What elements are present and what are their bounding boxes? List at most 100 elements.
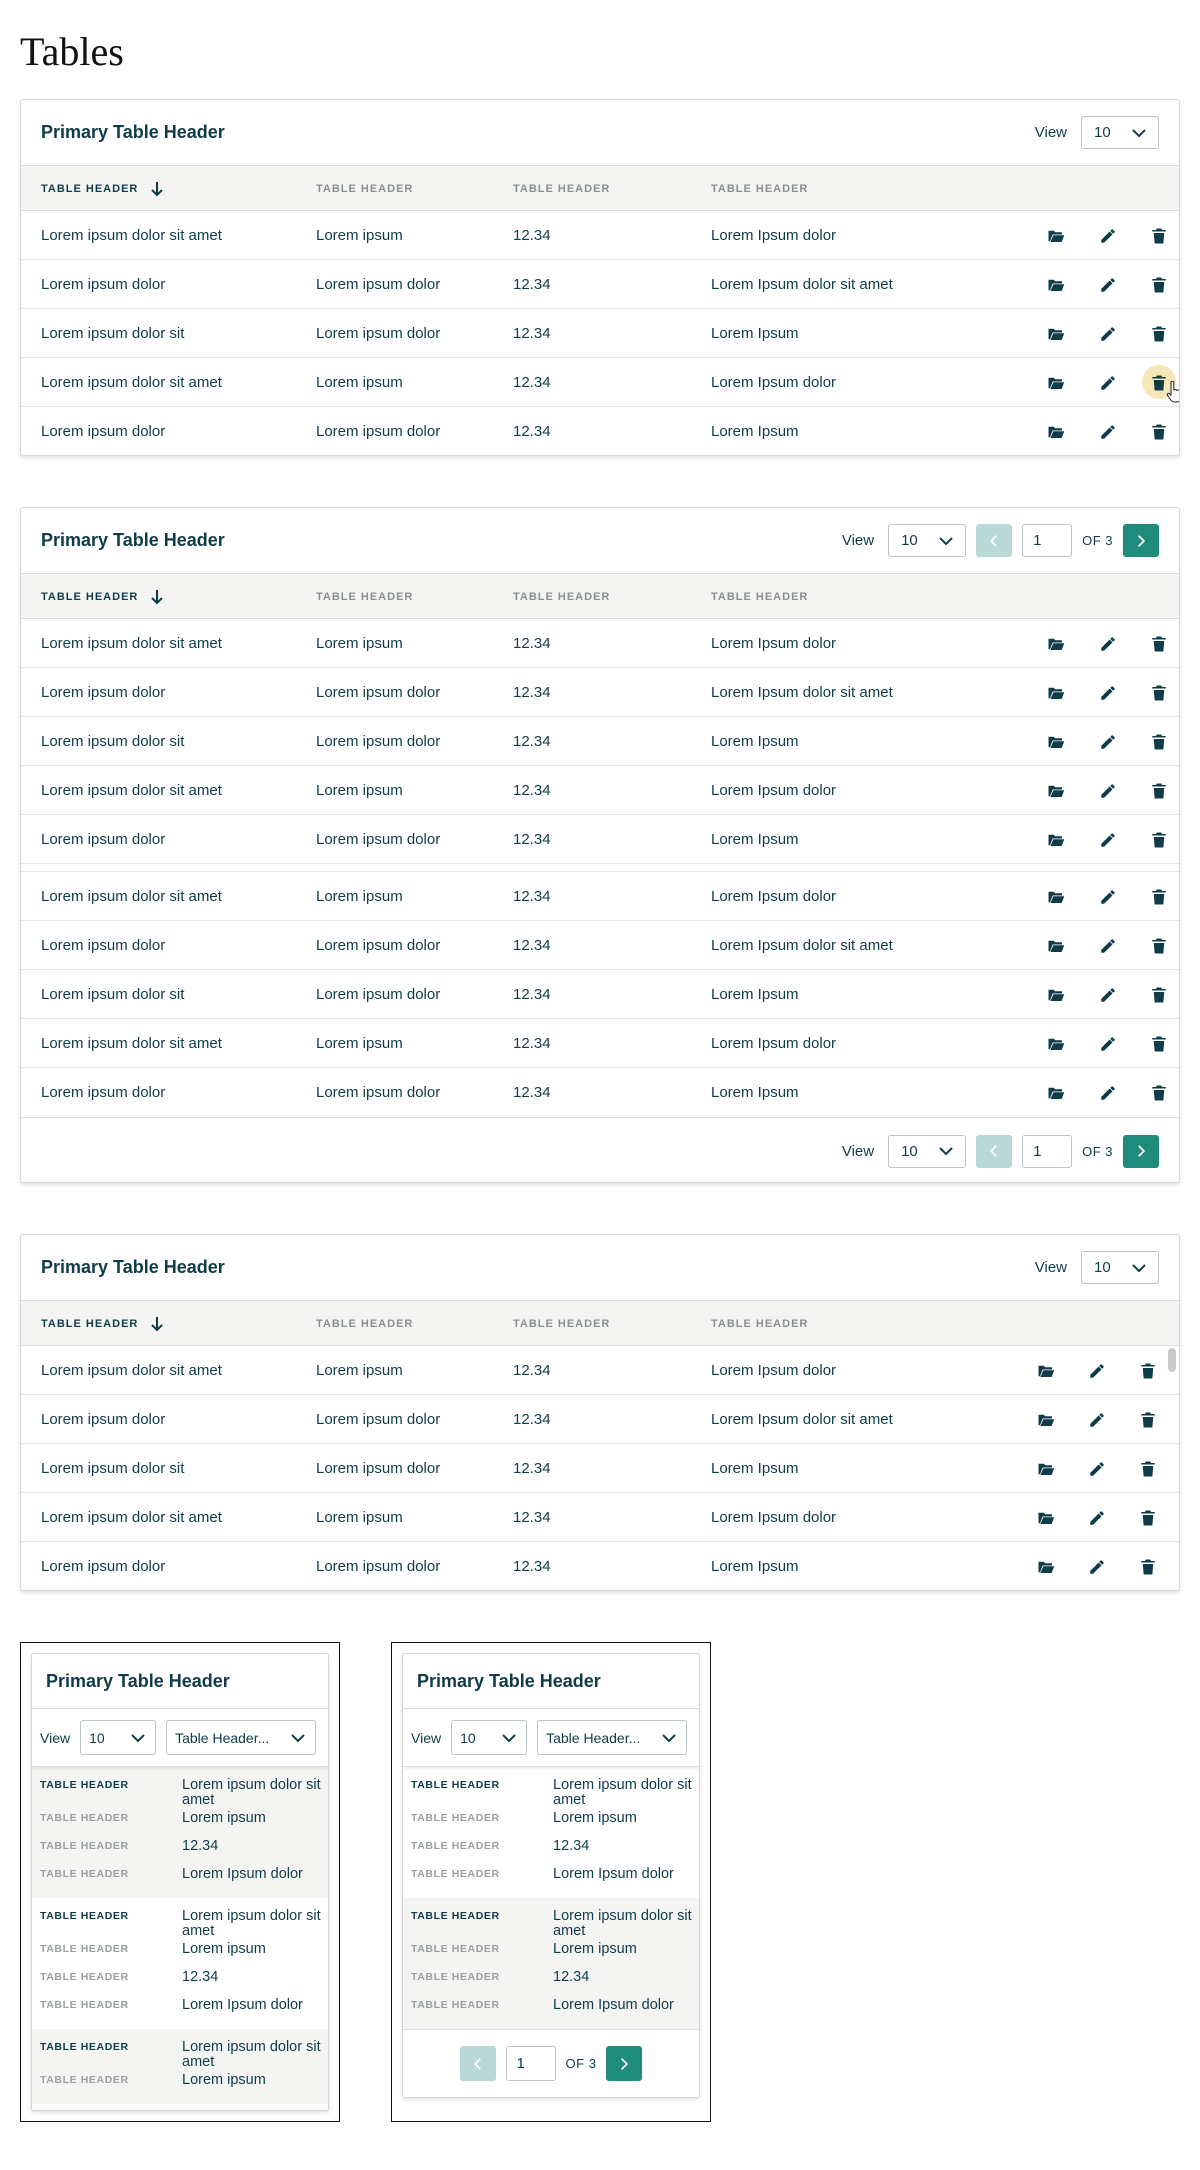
edit-button[interactable] [1093,1019,1123,1068]
delete-button[interactable] [1144,407,1174,455]
open-folder-button[interactable] [1041,619,1071,668]
edit-button[interactable] [1082,1346,1112,1395]
card-header: Primary Table Header View 10 [21,100,1179,165]
delete-button[interactable] [1144,921,1174,970]
edit-button[interactable] [1093,921,1123,970]
delete-button[interactable] [1144,1068,1174,1117]
open-folder-button[interactable] [1041,921,1071,970]
edit-button[interactable] [1093,407,1123,455]
field-label: TABLE HEADER [40,1812,129,1824]
table-row: Lorem ipsum dolor Lorem ipsum dolor 12.34 L… [21,260,1179,309]
table-row: Lorem ipsum dolor Lorem ipsum dolor 12.34 L… [21,668,1179,717]
edit-button[interactable] [1082,1542,1112,1590]
card2-top-page-input[interactable]: 1 [1022,524,1073,557]
card2-bottom-prev-page-button[interactable] [976,1134,1013,1168]
chevron-down-icon [1130,1259,1148,1277]
card2-bottom-page-input[interactable]: 1 [1022,1134,1073,1168]
delete-button[interactable] [1144,872,1174,921]
delete-button[interactable] [1144,619,1174,668]
open-folder-button[interactable] [1041,1068,1071,1117]
edit-button[interactable] [1093,815,1123,864]
edit-button[interactable] [1093,1068,1123,1117]
delete-button[interactable] [1133,1493,1163,1542]
edit-button[interactable] [1093,358,1123,407]
delete-button[interactable] [1144,1019,1174,1068]
open-folder-button[interactable] [1041,1019,1071,1068]
delete-button[interactable] [1144,815,1174,864]
delete-button[interactable] [1133,1444,1163,1493]
open-folder-button[interactable] [1041,407,1071,455]
mobile1-column-select[interactable]: Table Header... [166,1720,317,1755]
table-body: Lorem ipsum dolor sit amet Lorem ipsum 12.… [21,211,1179,455]
mobile2-page-input[interactable]: 1 [505,2046,556,2081]
edit-button[interactable] [1082,1444,1112,1493]
edit-button[interactable] [1093,668,1123,717]
delete-button[interactable] [1144,970,1174,1019]
edit-button[interactable] [1082,1395,1112,1444]
open-folder-button[interactable] [1031,1395,1061,1444]
open-folder-button[interactable] [1041,358,1071,407]
card2-top-view-select[interactable]: 10 [888,524,967,557]
card2-top-next-page-button[interactable] [1123,524,1159,557]
open-folder-button[interactable] [1041,309,1071,358]
sortable-column-header[interactable]: TABLE HEADER [41,1301,164,1347]
pencil-icon [1099,325,1117,343]
mobile2-next-page-button[interactable] [606,2046,643,2081]
open-folder-button[interactable] [1041,211,1071,260]
card2-top-prev-page-button[interactable] [976,524,1013,557]
delete-button[interactable] [1144,668,1174,717]
mobile-table-card: Primary Table Header View 10 Table Heade… [31,1653,329,2111]
edit-button[interactable] [1093,872,1123,921]
table-cell: Lorem Ipsum dolor [711,374,837,391]
column-header-label: TABLE HEADER [513,183,611,195]
open-folder-button[interactable] [1041,717,1071,766]
delete-button[interactable] [1133,1542,1163,1590]
field-value: 12.34 [553,1969,590,1985]
open-folder-button[interactable] [1041,815,1071,864]
chevron-down-icon [289,1729,307,1747]
field-value: Lorem Ipsum dolor [182,1866,303,1882]
table-cell: Lorem ipsum dolor sit amet [41,374,222,391]
delete-button[interactable] [1144,766,1174,815]
delete-button[interactable] [1144,309,1174,358]
scrollbar-thumb[interactable] [1168,1348,1176,1372]
card1-view-select[interactable]: 10 [1081,116,1159,149]
mobile1-view-select-value: 10 [89,1729,105,1746]
edit-button[interactable] [1093,211,1123,260]
sortable-column-header[interactable]: TABLE HEADER [41,166,164,212]
open-folder-button[interactable] [1031,1444,1061,1493]
open-folder-button[interactable] [1031,1542,1061,1590]
column-header-label: TABLE HEADER [711,1318,809,1330]
card3-view-select[interactable]: 10 [1081,1251,1159,1284]
edit-button[interactable] [1093,309,1123,358]
mobile2-prev-page-button[interactable] [459,2046,496,2081]
open-folder-button[interactable] [1041,872,1071,921]
delete-button[interactable] [1144,717,1174,766]
card2-bottom-next-page-button[interactable] [1123,1134,1159,1168]
delete-button[interactable] [1144,211,1174,260]
sortable-column-header[interactable]: TABLE HEADER [41,574,164,620]
delete-button[interactable] [1144,260,1174,309]
table-cell: Lorem ipsum dolor [316,986,441,1003]
chevron-down-icon [660,1729,678,1747]
delete-button[interactable] [1133,1395,1163,1444]
pencil-icon [1099,276,1117,294]
open-folder-button[interactable] [1031,1493,1061,1542]
edit-button[interactable] [1082,1493,1112,1542]
open-folder-button[interactable] [1031,1346,1061,1395]
edit-button[interactable] [1093,766,1123,815]
card2-bottom-view-select[interactable]: 10 [888,1134,967,1168]
mobile2-view-select[interactable]: 10 [451,1720,528,1755]
open-folder-button[interactable] [1041,260,1071,309]
open-folder-button[interactable] [1041,970,1071,1019]
edit-button[interactable] [1093,260,1123,309]
edit-button[interactable] [1093,970,1123,1019]
open-folder-button[interactable] [1041,766,1071,815]
open-folder-button[interactable] [1041,668,1071,717]
delete-button[interactable] [1133,1346,1163,1395]
mobile2-column-select[interactable]: Table Header... [537,1720,688,1755]
edit-button[interactable] [1093,717,1123,766]
edit-button[interactable] [1093,619,1123,668]
table-cell: Lorem ipsum dolor [41,423,166,440]
mobile1-view-select[interactable]: 10 [80,1720,157,1755]
